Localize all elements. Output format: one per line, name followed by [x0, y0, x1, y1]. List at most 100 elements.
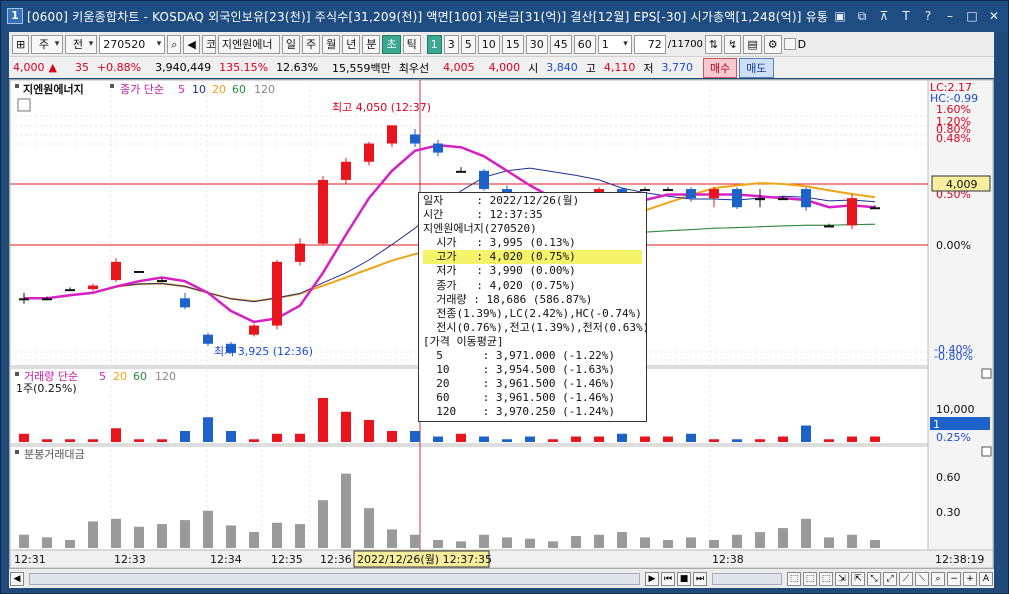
interval-5[interactable]: 5: [460, 34, 476, 54]
zoom-in-icon[interactable]: +: [963, 571, 977, 586]
tool-1-icon[interactable]: ⬚: [787, 571, 801, 586]
tool-3-icon[interactable]: ⬚: [819, 571, 833, 586]
minimize-icon[interactable]: –: [942, 8, 958, 24]
tool-5-icon[interactable]: ⇱: [851, 571, 865, 586]
stop-icon[interactable]: ■: [677, 571, 691, 586]
range-input[interactable]: 72: [633, 34, 666, 54]
candle-body: [824, 225, 834, 228]
min-price-label: 최저 3,925 (12:36): [214, 345, 313, 358]
minute-amount-bar: [686, 537, 696, 548]
candle-body: [364, 143, 374, 162]
tooltip-row: 시간 : 12:37:35: [423, 208, 543, 222]
volume-bar: [755, 439, 765, 442]
volume-bar: [548, 439, 558, 442]
tools-icon[interactable]: ↯: [724, 34, 742, 54]
period-month[interactable]: 월: [322, 34, 341, 54]
interval-3[interactable]: 3: [443, 34, 459, 54]
font-icon[interactable]: T: [898, 8, 914, 24]
ma120-legend: 120: [254, 83, 275, 96]
minute-amount-bar: [456, 541, 466, 548]
scroll-track[interactable]: [29, 572, 640, 585]
minute-panel-close-icon[interactable]: [981, 446, 992, 457]
volume-bar: [640, 436, 650, 442]
tool-8-icon[interactable]: ⟋: [899, 571, 913, 586]
save-icon[interactable]: ▤: [743, 34, 762, 54]
period-tick[interactable]: 틱: [402, 34, 421, 54]
range-total: /11700: [667, 38, 703, 50]
period-minute[interactable]: 분: [362, 34, 381, 54]
max-price-label: 최고 4,050 (12:37): [332, 101, 431, 114]
minute-amount-bar: [732, 534, 742, 548]
buy-button[interactable]: 매수: [703, 57, 738, 78]
zoom-out-icon[interactable]: −: [947, 571, 961, 586]
interval-15[interactable]: 15: [501, 34, 524, 54]
first-icon[interactable]: ⏮: [661, 571, 675, 586]
volume-bar: [617, 433, 627, 442]
d-checkbox[interactable]: [783, 38, 796, 50]
volume-bar: [663, 436, 673, 442]
close-icon[interactable]: ✕: [986, 8, 1002, 24]
zoom-search-icon[interactable]: ⌕: [931, 571, 945, 586]
candle-body: [341, 161, 351, 180]
period-year[interactable]: 년: [342, 34, 361, 54]
table-icon[interactable]: [17, 98, 31, 112]
minute-amount-bar: [88, 521, 98, 548]
tool-2-icon[interactable]: ⬚: [803, 571, 817, 586]
tooltip-row: 120 : 3,970.250 (-1.24%): [423, 405, 616, 419]
chart-type-icon[interactable]: ⇅: [704, 34, 723, 54]
volume-panel-close-icon[interactable]: [981, 368, 992, 379]
copy-window-icon[interactable]: ⧉: [854, 8, 870, 24]
candle-body: [42, 298, 52, 301]
volume-bar: [525, 436, 535, 442]
candle-body: [387, 125, 397, 144]
interval-1[interactable]: 1: [426, 34, 442, 54]
tool-7-icon[interactable]: ⤢: [883, 571, 897, 586]
compare-select[interactable]: 전: [65, 34, 98, 54]
period-week[interactable]: 주: [301, 34, 321, 54]
interval-30[interactable]: 30: [525, 34, 548, 54]
interval-60[interactable]: 60: [573, 34, 596, 54]
minute-amount-bar: [226, 525, 236, 548]
help-icon[interactable]: ?: [920, 8, 936, 24]
candle-body: [318, 179, 328, 244]
minute-amount-bar: [525, 538, 535, 548]
low-price: 3,770: [661, 61, 694, 74]
time-tick-3: 12:34: [210, 553, 242, 566]
play-icon[interactable]: ▶: [645, 571, 659, 586]
tool-9-icon[interactable]: ⟍: [915, 571, 929, 586]
tool-6-icon[interactable]: ⤡: [867, 571, 881, 586]
speaker-icon[interactable]: ◀: [183, 34, 200, 54]
maximize-icon[interactable]: □: [964, 8, 980, 24]
tooltip-row: 전시(0.76%),전고(1.39%),전저(0.63%): [423, 320, 650, 334]
minute-amount-bar: [42, 537, 52, 548]
layout-icon[interactable]: ⊞: [12, 34, 30, 54]
last-time: 12:38:19: [935, 553, 984, 566]
period-day[interactable]: 일: [281, 34, 300, 54]
zoom-track[interactable]: [712, 572, 782, 585]
stock-code-input[interactable]: 270520: [99, 34, 166, 54]
candle-body: [778, 198, 788, 201]
search-icon[interactable]: ⌕: [167, 34, 182, 54]
interval-45[interactable]: 45: [549, 34, 572, 54]
scroll-left-icon[interactable]: ◀: [10, 571, 24, 586]
volume-bar: [180, 431, 190, 442]
candle-body: [180, 298, 190, 308]
ma10-legend: 10: [192, 83, 206, 96]
pin-icon[interactable]: ⊼: [876, 8, 892, 24]
settings-icon[interactable]: ⚙: [763, 34, 782, 54]
sell-button[interactable]: 매도: [739, 57, 774, 78]
axis-label-8: -0.80%: [934, 350, 973, 363]
low-label: 저: [643, 61, 654, 75]
period-second[interactable]: 초: [382, 34, 401, 54]
axis-label-6: 0.00%: [936, 239, 971, 252]
last-icon[interactable]: ⏭: [693, 571, 707, 586]
minute-amount-bar: [617, 532, 627, 548]
window-list-icon[interactable]: ▣: [832, 8, 848, 24]
scroll-bar[interactable]: ◀ ▶ ⏮ ■ ⏭ ⬚ ⬚ ⬚ ⇲ ⇱ ⤡ ⤢ ⟋ ⟍ ⌕ − + A: [9, 568, 994, 588]
period-select[interactable]: 주: [31, 34, 64, 54]
volume-bar: [134, 439, 144, 442]
count-select[interactable]: 1: [597, 34, 632, 54]
tool-4-icon[interactable]: ⇲: [835, 571, 849, 586]
font-size-icon[interactable]: A: [979, 571, 993, 586]
interval-10[interactable]: 10: [477, 34, 500, 54]
